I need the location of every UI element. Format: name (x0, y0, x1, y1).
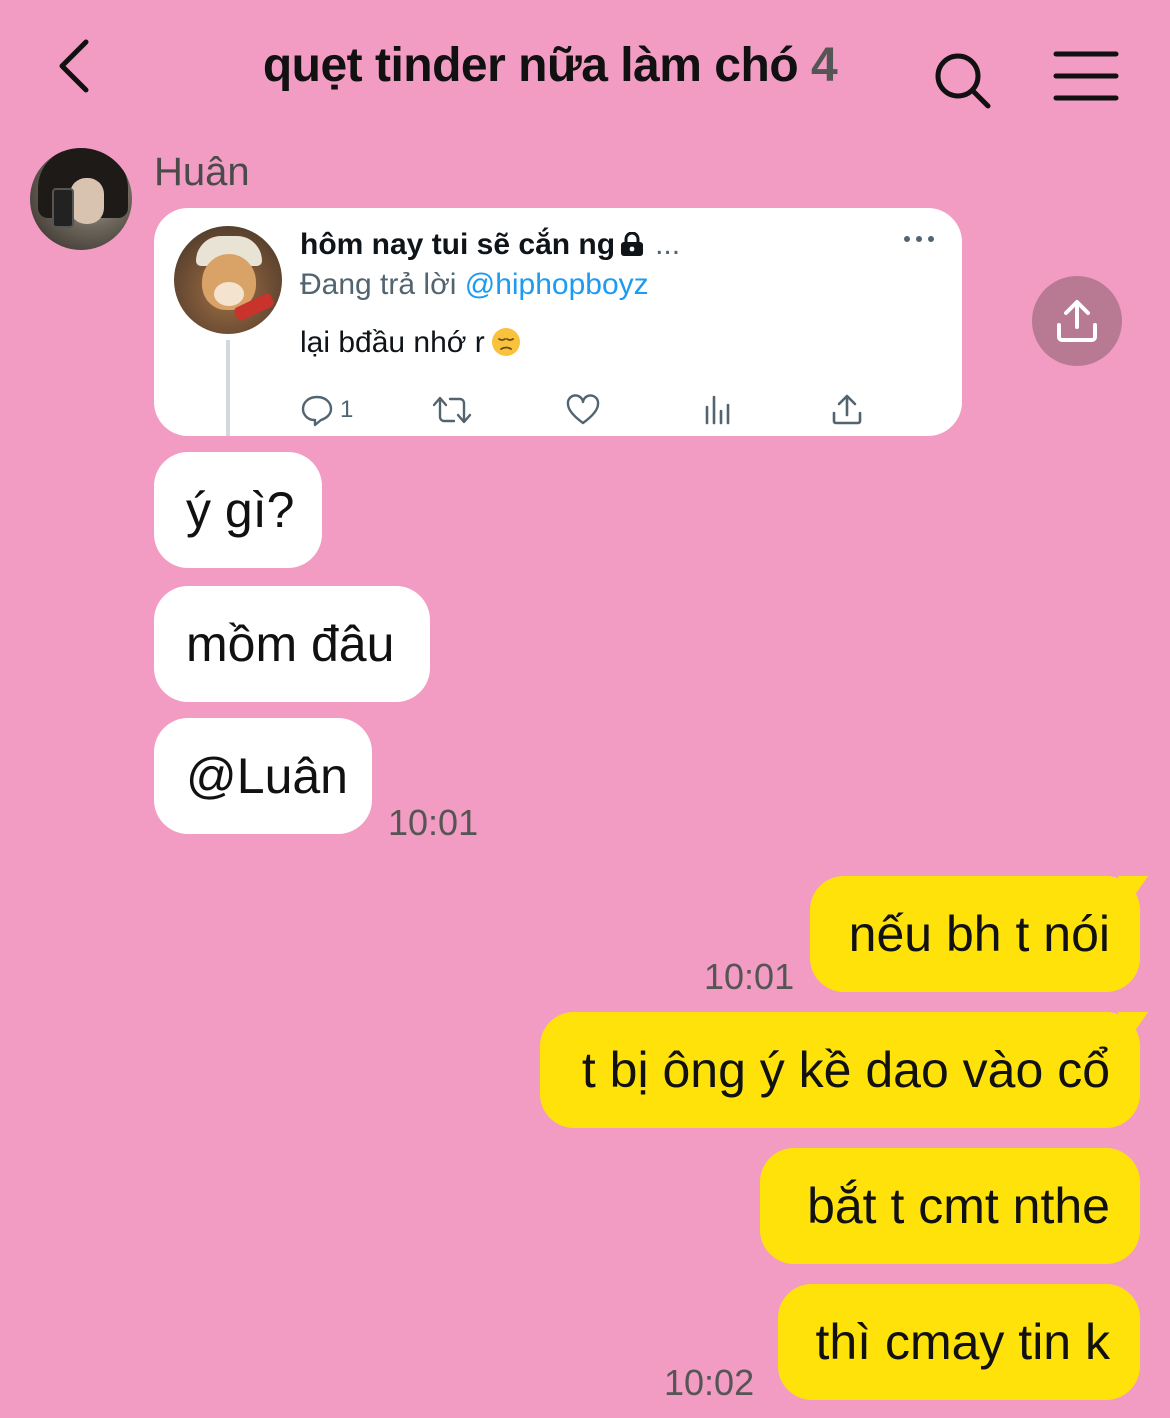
message-text: @Luân (186, 748, 348, 804)
forward-share-button[interactable] (1032, 276, 1122, 366)
tweet-author-text: hôm nay tui sẽ cắn ng (300, 228, 616, 261)
bubble-tail (1118, 1012, 1148, 1038)
retweet-icon (432, 396, 472, 424)
tweet-author-truncation: ... (655, 228, 681, 261)
replying-mention-link[interactable]: @hiphopboyz (465, 268, 649, 301)
back-button[interactable] (50, 34, 110, 98)
tweet-text: lại bđầu nhớ r (300, 326, 521, 360)
heart-icon (566, 394, 600, 425)
reply-icon (301, 395, 333, 427)
outgoing-message[interactable]: bắt t cmt nthe (760, 1148, 1140, 1264)
sender-avatar[interactable] (30, 148, 132, 250)
thread-line (226, 340, 230, 436)
message-text: nếu bh t nói (848, 906, 1110, 962)
pensive-face-emoji-icon (491, 328, 520, 356)
incoming-message[interactable]: @Luân (154, 718, 372, 834)
incoming-message[interactable]: ý gì? (154, 452, 322, 568)
tweet-share-button[interactable] (830, 392, 864, 428)
retweet-button[interactable] (432, 392, 472, 428)
replying-prefix: Đang trả lời (300, 268, 457, 301)
sender-name: Huân (154, 150, 250, 194)
chat-title[interactable]: quẹt tinder nữa làm chó 4 (140, 38, 960, 93)
menu-button[interactable] (1052, 50, 1120, 102)
tweet-more-button[interactable] (902, 232, 936, 246)
search-button[interactable] (930, 48, 994, 112)
group-name: quẹt tinder nữa làm chó (262, 39, 799, 92)
hamburger-menu-icon (1053, 51, 1119, 101)
outgoing-message[interactable]: nếu bh t nói (810, 876, 1148, 992)
message-text: t bị ông ý kề dao vào cổ (581, 1042, 1110, 1098)
views-button[interactable] (700, 392, 734, 428)
outgoing-message[interactable]: t bị ông ý kề dao vào cổ (540, 1012, 1148, 1128)
reply-count: 1 (340, 396, 354, 423)
chat-screen: quẹt tinder nữa làm chó 4 Huân hôm nay t… (0, 0, 1170, 1418)
search-icon (935, 53, 991, 109)
upload-share-icon (1057, 300, 1097, 342)
analytics-icon (705, 395, 730, 425)
message-text: bắt t cmt nthe (807, 1178, 1110, 1234)
tweet-text-content: lại bđầu nhớ r (300, 326, 485, 359)
message-text: ý gì? (186, 482, 295, 538)
like-button[interactable] (566, 392, 600, 428)
bubble-tail (1118, 876, 1148, 902)
more-dots-icon (904, 236, 934, 242)
message-timestamp: 10:01 (704, 956, 795, 997)
share-icon (832, 394, 862, 425)
chevron-left-icon (59, 39, 89, 93)
message-text: thì cmay tin k (815, 1314, 1110, 1370)
tweet-replying-to: Đang trả lời @hiphopboyz (300, 268, 649, 302)
lock-icon (621, 232, 644, 256)
message-text: mồm đâu (186, 616, 395, 672)
outgoing-message[interactable]: thì cmay tin k (778, 1284, 1140, 1400)
member-count: 4 (810, 39, 838, 92)
tweet-author-name: hôm nay tui sẽ cắn ng ... (300, 228, 680, 262)
message-timestamp: 10:01 (388, 802, 479, 843)
tweet-author-avatar (174, 226, 282, 334)
chat-header: quẹt tinder nữa làm chó 4 (0, 0, 1170, 140)
shared-tweet-card[interactable]: hôm nay tui sẽ cắn ng ... Đang trả lời @… (154, 208, 962, 436)
reply-button[interactable]: 1 (300, 392, 353, 428)
message-timestamp: 10:02 (664, 1362, 755, 1403)
tweet-action-bar: 1 (300, 392, 900, 428)
incoming-message[interactable]: mồm đâu (154, 586, 430, 702)
